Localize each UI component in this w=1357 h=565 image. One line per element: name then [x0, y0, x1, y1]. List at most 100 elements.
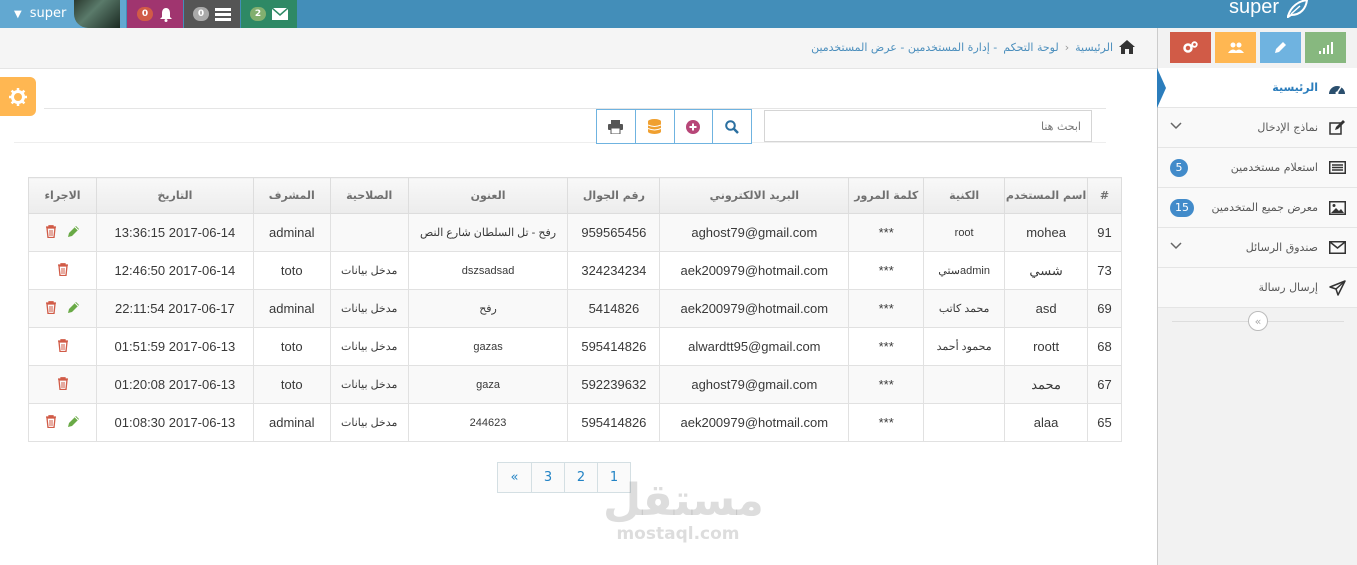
sidebar-item-home[interactable]: الرئيسية — [1157, 68, 1357, 108]
toolbar-divider — [14, 142, 1106, 143]
cell-date: 2017-06-13 01:51:59 — [96, 327, 254, 366]
cell-role: مدخل بيانات — [329, 251, 409, 290]
col-header-actions: الاجراء — [27, 177, 98, 214]
pager-prev[interactable]: « — [498, 463, 531, 492]
col-header-role[interactable]: الصلاحية — [329, 177, 409, 214]
sidebar-item-label: نماذج الإدخال — [1257, 121, 1318, 134]
print-icon — [608, 119, 624, 134]
picture-icon — [1328, 200, 1346, 215]
cell-date: 2017-06-13 01:20:08 — [96, 365, 254, 404]
edit-pencil-icon[interactable] — [67, 301, 80, 317]
cell-actions — [27, 327, 98, 366]
cell-mobile: 592239632 — [567, 365, 661, 404]
cell-supervisor: toto — [252, 365, 331, 404]
edit-icon — [1329, 120, 1345, 135]
tasks-count-badge: 0 — [193, 7, 209, 21]
breadcrumb-dashboard-link[interactable]: لوحة التحكم — [1003, 41, 1058, 54]
edit-pencil-icon[interactable] — [67, 415, 80, 431]
cell-role — [329, 213, 409, 252]
top-navbar: super ▼ super 0 0 2 — [0, 0, 1357, 28]
database-button[interactable] — [634, 110, 674, 143]
table-row: 67 محمد *** aghost79@gmail.com 592239632 gaza… — [27, 365, 1122, 404]
tasks-button[interactable]: 0 — [184, 0, 240, 28]
users-icon — [1227, 42, 1244, 53]
sidebar-item-inbox[interactable]: صندوق الرسائل — [1158, 228, 1357, 268]
messages-button[interactable]: 2 — [241, 0, 297, 28]
sidebar: الرئيسية نماذج الإدخال استعلام مستخدمين … — [1157, 28, 1357, 565]
pencil-icon — [1275, 42, 1286, 53]
col-header-mobile[interactable]: رقم الجوال — [567, 177, 661, 214]
shortcut-stats-button[interactable] — [1305, 32, 1346, 63]
sidebar-item-forms[interactable]: نماذج الإدخال — [1158, 108, 1357, 148]
user-menu[interactable]: ▼ super — [0, 0, 126, 28]
cell-address: dszsadsad — [407, 251, 569, 290]
settings-button[interactable] — [0, 77, 36, 116]
cell-id: 73 — [1087, 251, 1122, 290]
cell-supervisor: adminal — [252, 213, 331, 252]
notifications-button[interactable]: 0 — [127, 0, 183, 28]
brand-name: super — [1228, 0, 1279, 18]
cell-supervisor: adminal — [252, 403, 331, 442]
col-header-username[interactable]: اسم المستخدم — [1004, 177, 1089, 214]
sidebar-item-label: الرئيسية — [1272, 81, 1318, 94]
col-header-date[interactable]: التاريخ — [96, 177, 254, 214]
search-input[interactable] — [764, 110, 1092, 142]
breadcrumb-current: - إدارة المستخدمين - عرض المستخدمين — [811, 40, 998, 54]
pager-page-3[interactable]: 3 — [531, 463, 564, 492]
col-header-supervisor[interactable]: المشرف — [252, 177, 331, 214]
cell-mobile: 959565456 — [567, 213, 661, 252]
delete-trash-icon[interactable] — [57, 262, 69, 279]
delete-trash-icon[interactable] — [45, 300, 57, 317]
table-row: 65 alaa *** aek200979@hotmail.com 595414826 2… — [27, 403, 1122, 442]
chevron-down-icon — [1170, 120, 1182, 133]
cell-date: 2017-06-14 13:36:15 — [96, 213, 254, 252]
sidebar-item-users-gallery[interactable]: معرض جميع المتخدمين 15 — [1158, 188, 1357, 228]
shortcut-edit-button[interactable] — [1260, 32, 1301, 63]
sidebar-menu: الرئيسية نماذج الإدخال استعلام مستخدمين … — [1157, 68, 1357, 334]
cell-actions — [27, 213, 98, 252]
col-header-id[interactable]: # — [1087, 177, 1122, 214]
cell-address: gaza — [407, 365, 569, 404]
cell-actions — [27, 289, 98, 328]
cell-address: رفح - تل السلطان شارع النص — [407, 213, 569, 252]
cell-nickname: محمد كاتب — [923, 289, 1006, 328]
cell-actions — [27, 403, 98, 442]
delete-trash-icon[interactable] — [57, 338, 69, 355]
table-header-row: # اسم المستخدم الكنية كلمة المرور البريد… — [27, 177, 1122, 214]
cell-address: gazas — [407, 327, 569, 366]
plus-circle-icon — [686, 119, 701, 134]
sidebar-item-query-users[interactable]: استعلام مستخدمين 5 — [1158, 148, 1357, 188]
tasks-icon — [215, 8, 231, 21]
cell-nickname: root — [923, 213, 1006, 252]
add-button[interactable] — [673, 110, 713, 143]
col-header-email[interactable]: البريد الالكتروني — [659, 177, 850, 214]
user-name: super — [29, 6, 67, 21]
shortcut-users-button[interactable] — [1215, 32, 1256, 63]
col-header-nickname[interactable]: الكنية — [923, 177, 1006, 214]
search-button[interactable] — [712, 110, 751, 143]
breadcrumb-home-link[interactable]: الرئيسية — [1075, 41, 1113, 54]
cell-nickname — [923, 365, 1006, 404]
shortcut-settings-button[interactable] — [1170, 32, 1211, 63]
users-table: # اسم المستخدم الكنية كلمة المرور البريد… — [27, 177, 1122, 442]
col-header-address[interactable]: العنون — [407, 177, 569, 214]
cell-email: aghost79@gmail.com — [659, 213, 850, 252]
delete-trash-icon[interactable] — [45, 414, 57, 431]
cell-role: مدخل بيانات — [329, 403, 409, 442]
delete-trash-icon[interactable] — [45, 224, 57, 241]
cell-mobile: 595414826 — [567, 327, 661, 366]
count-badge: 15 — [1170, 199, 1194, 217]
sidebar-item-send-message[interactable]: إرسال رسالة — [1158, 268, 1357, 308]
cell-mobile: 324234234 — [567, 251, 661, 290]
cell-actions — [27, 365, 98, 404]
col-header-password[interactable]: كلمة المرور — [848, 177, 925, 214]
double-chevron-left-icon[interactable]: « — [1248, 311, 1268, 331]
cell-nickname — [923, 403, 1006, 442]
print-button[interactable] — [597, 110, 635, 143]
pager-page-2[interactable]: 2 — [564, 463, 597, 492]
delete-trash-icon[interactable] — [57, 376, 69, 393]
edit-pencil-icon[interactable] — [67, 225, 80, 241]
gear-icon — [9, 87, 27, 106]
cell-email: alwardtt95@gmail.com — [659, 327, 850, 366]
brand[interactable]: super — [1229, 0, 1309, 19]
